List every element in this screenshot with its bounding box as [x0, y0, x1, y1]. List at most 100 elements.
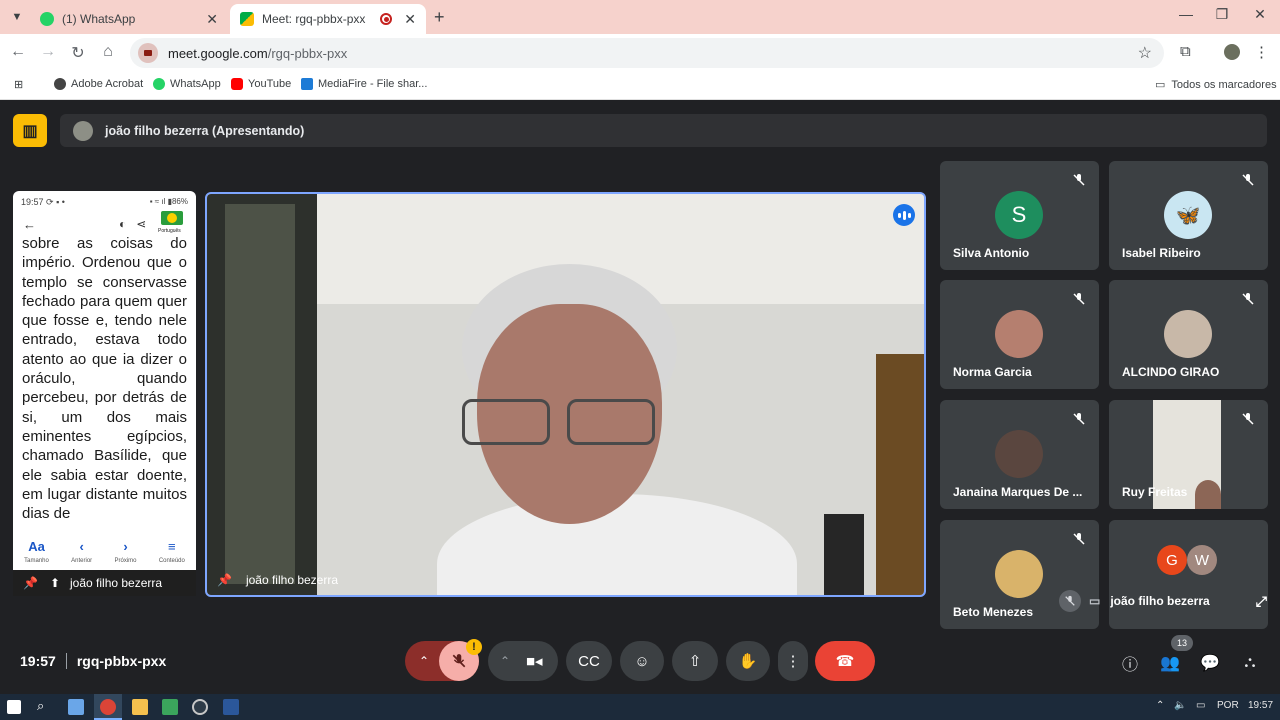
mic-off-icon — [1073, 533, 1085, 545]
pin-icon[interactable]: 📌 — [23, 576, 38, 590]
chevron-up-icon[interactable]: ⌃ — [500, 654, 510, 668]
address-bar[interactable]: meet.google.com/rgq-pbbx-pxx ☆ — [130, 38, 1164, 68]
raise-hand-button[interactable]: ✋ — [726, 641, 770, 681]
leave-call-button[interactable]: ☎ — [815, 641, 875, 681]
mic-off-icon — [1073, 174, 1085, 186]
participant-tile[interactable]: S Silva Antonio — [940, 161, 1099, 270]
bookmark-whatsapp[interactable]: WhatsApp — [153, 78, 221, 90]
pin-icon[interactable]: 📌 — [217, 573, 232, 587]
main-video-label: 📌 joão filho bezerra — [217, 573, 338, 587]
meeting-details: 19:57 rgq-pbbx-pxx — [20, 653, 166, 669]
camera-icon[interactable]: ▭ — [1089, 594, 1100, 608]
avatar: S — [995, 191, 1043, 239]
info-icon[interactable]: ⓘ — [1119, 652, 1141, 674]
windows-start-icon[interactable] — [7, 700, 21, 714]
expand-icon[interactable]: ⤢ — [1256, 593, 1267, 610]
previous-nav: ‹ Anterior — [71, 538, 93, 564]
profile-avatar[interactable] — [1224, 44, 1240, 60]
tray-chevron-icon[interactable]: ⌃ — [1156, 700, 1164, 711]
avatar: G — [1157, 545, 1187, 575]
extensions-icon[interactable]: ⧉ — [1180, 43, 1191, 60]
window — [207, 194, 317, 595]
input-language[interactable]: POR — [1217, 700, 1239, 711]
camera-toggle-button[interactable]: ■◂ — [526, 652, 543, 670]
participant-name: Silva Antonio — [953, 246, 1030, 260]
app-icon[interactable] — [162, 699, 178, 715]
apps-grid-icon[interactable]: ⊞ — [14, 78, 23, 91]
bookmark-star-icon[interactable]: ☆ — [1138, 43, 1152, 63]
file-explorer-icon[interactable] — [132, 699, 148, 715]
mic-off-icon[interactable] — [1059, 590, 1081, 612]
home-icon[interactable]: ⌂ — [98, 43, 118, 61]
tab-title: (1) WhatsApp — [62, 12, 136, 26]
tab-search-dropdown[interactable]: ▼ — [8, 8, 26, 26]
participant-tile[interactable]: Janaina Marques De ... — [940, 400, 1099, 509]
participant-name: Janaina Marques De ... — [953, 485, 1083, 499]
mic-off-icon — [1242, 413, 1254, 425]
participant-name: joão filho bezerra — [245, 573, 339, 587]
task-view-icon[interactable] — [68, 699, 84, 715]
clock-app-icon[interactable] — [192, 699, 208, 715]
browser-toolbar: ← → ↻ ⌂ meet.google.com/rgq-pbbx-pxx ☆ ⧉… — [0, 34, 1280, 72]
screen-share-tile[interactable]: 19:57 ⟳ ▪ • ▪ ≈ ıl ▮86% ← ◐ ⋖ Português … — [13, 191, 196, 596]
presenter-title: joão filho bezerra (Apresentando) — [105, 123, 305, 138]
participant-name: Beto Menezes — [953, 605, 1034, 619]
tab-whatsapp[interactable]: (1) WhatsApp ✕ — [30, 4, 228, 34]
forward-icon[interactable]: → — [38, 43, 58, 61]
tab-meet[interactable]: Meet: rgq-pbbx-pxx ✕ — [230, 4, 426, 34]
main-speaker-video[interactable]: 📌 joão filho bezerra — [205, 192, 926, 597]
word-icon[interactable] — [223, 699, 239, 715]
search-icon[interactable]: ⌕ — [37, 698, 53, 714]
mic-off-icon — [1073, 293, 1085, 305]
emoji-button[interactable]: ☺ — [620, 641, 664, 681]
whatsapp-icon — [40, 12, 54, 26]
close-window-icon[interactable]: ✕ — [1250, 6, 1270, 23]
mic-off-icon — [1073, 413, 1085, 425]
mediafire-icon — [301, 78, 313, 90]
bookmark-mediafire[interactable]: MediaFire - File shar... — [301, 78, 427, 90]
mic-off-icon — [1242, 174, 1254, 186]
bookmarks-bar: ⊞ Adobe Acrobat WhatsApp YouTube MediaFi… — [0, 72, 1280, 100]
size-nav: Aa Tamanho — [24, 538, 49, 564]
door — [876, 354, 924, 595]
back-icon[interactable]: ← — [8, 43, 28, 61]
people-icon[interactable]: 👥 — [1159, 652, 1181, 674]
site-info-icon[interactable] — [138, 43, 158, 63]
maximize-icon[interactable]: ❐ — [1212, 6, 1232, 23]
theme-share-icons: ◐ ⋖ — [119, 217, 147, 231]
chrome-icon[interactable] — [100, 699, 116, 715]
present-button[interactable]: ⇧ — [672, 641, 718, 681]
warning-icon[interactable]: ! — [466, 639, 482, 655]
taskbar-clock[interactable]: 19:57 — [1248, 700, 1273, 711]
menu-icon[interactable]: ⋮ — [1254, 43, 1269, 61]
bookmark-youtube[interactable]: YouTube — [231, 78, 291, 90]
brazil-flag-icon — [161, 211, 183, 225]
tab-title: Meet: rgq-pbbx-pxx — [262, 12, 366, 26]
avatar — [995, 550, 1043, 598]
camera-controls: ⌃ ■◂ — [488, 641, 558, 681]
activities-icon[interactable]: ⛬ — [1239, 652, 1261, 674]
volume-icon[interactable]: 🔈 — [1174, 700, 1186, 711]
participant-tile[interactable]: Ruy Freitas — [1109, 400, 1268, 509]
minimize-icon[interactable]: — — [1176, 6, 1196, 22]
more-options-button[interactable]: ⋮ — [778, 641, 808, 681]
captions-button[interactable]: CC — [566, 641, 612, 681]
presentation-icon[interactable]: ▥ — [13, 114, 47, 147]
all-bookmarks[interactable]: ▭ Todos os marcadores — [1155, 78, 1277, 92]
chevron-up-icon[interactable]: ⌃ — [419, 654, 429, 668]
bookmark-adobe[interactable]: Adobe Acrobat — [54, 78, 143, 90]
close-tab-icon[interactable]: ✕ — [404, 11, 416, 28]
url-domain: meet.google.com — [168, 45, 268, 61]
self-view-mini[interactable]: ▭ joão filho bezerra ⤢ — [1053, 586, 1280, 616]
new-tab-button[interactable]: + — [434, 7, 445, 28]
close-tab-icon[interactable]: ✕ — [206, 11, 218, 28]
reload-icon[interactable]: ↻ — [68, 43, 88, 63]
tab-strip: ▼ (1) WhatsApp ✕ Meet: rgq-pbbx-pxx ✕ + … — [0, 0, 1280, 34]
network-icon[interactable]: ▭ — [1196, 700, 1205, 711]
chat-icon[interactable]: 💬 — [1199, 652, 1221, 674]
participant-tile[interactable]: Norma Garcia — [940, 280, 1099, 389]
participant-tile[interactable]: ALCINDO GIRAO — [1109, 280, 1268, 389]
participant-tile[interactable]: 🦋 Isabel Ribeiro — [1109, 161, 1268, 270]
people-count-badge: 13 — [1171, 635, 1193, 651]
avatar: 🦋 — [1164, 191, 1212, 239]
